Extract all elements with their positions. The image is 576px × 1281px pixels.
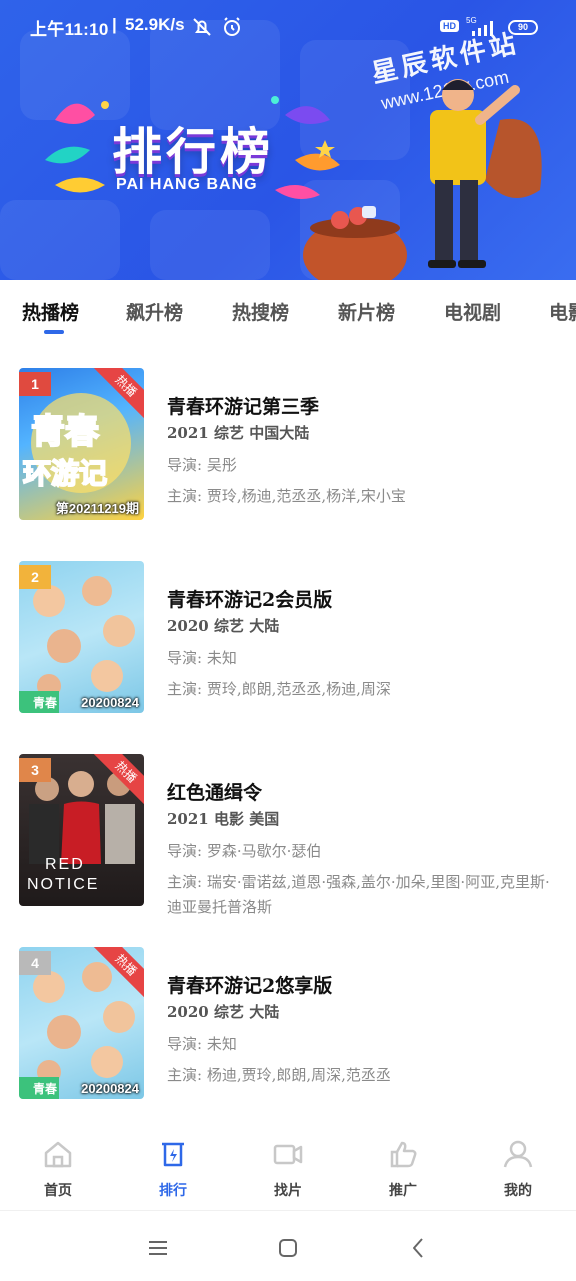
item-cast: 主演: 贾玲,杨迪,范丞丞,杨洋,宋小宝 [167, 487, 406, 505]
item-cast: 主演: 贾玲,郎朗,范丞丞,杨迪,周深 [167, 680, 391, 698]
network-speed: 52.9K/s [125, 15, 185, 34]
item-director: 导演: 罗森·马歇尔·瑟伯 [167, 842, 322, 860]
poster-episode: 20200824 [81, 1081, 139, 1096]
home-icon [44, 1141, 72, 1168]
list-item[interactable]: 青春 4 热播 20200824 青春环游记2悠享版 2020 综艺 大陆 导演… [0, 929, 576, 1109]
mute-icon [193, 18, 211, 36]
tab-tv-series[interactable]: 电视剧 [444, 298, 501, 325]
nav-ranking[interactable]: 排行 [133, 1138, 213, 1208]
item-title[interactable]: 青春环游记2悠享版 [167, 971, 332, 998]
tab-hot-search[interactable]: 热搜榜 [232, 298, 289, 325]
item-title[interactable]: 青春环游记2会员版 [167, 585, 332, 612]
ranking-icon [162, 1142, 184, 1167]
thumbs-up-icon [390, 1141, 417, 1168]
tab-indicator [44, 330, 64, 334]
video-icon [273, 1144, 303, 1165]
item-title[interactable]: 红色通缉令 [167, 778, 262, 805]
list-item[interactable]: 青春 2 20200824 青春环游记2会员版 2020 综艺 大陆 导演: 未… [0, 543, 576, 723]
item-meta: 2020 综艺 大陆 [167, 617, 280, 635]
system-navigation-bar [0, 1210, 576, 1281]
hd-badge: HD [440, 20, 459, 32]
poster-image[interactable]: 青春 2 20200824 [19, 561, 144, 713]
item-director: 导演: 吴彤 [167, 456, 237, 474]
nav-label: 首页 [44, 1183, 72, 1199]
svg-text:环游记: 环游记 [23, 457, 107, 490]
nav-label: 排行 [159, 1183, 187, 1199]
item-title[interactable]: 青春环游记第三季 [167, 392, 319, 419]
item-director: 导演: 未知 [167, 1035, 237, 1053]
user-icon [503, 1140, 533, 1168]
home-button-icon[interactable] [273, 1233, 303, 1263]
rank-badge: 1 [19, 372, 51, 396]
mascot-illustration [303, 79, 542, 280]
banner-bg-tile [0, 200, 120, 280]
nav-label: 我的 [504, 1183, 532, 1199]
item-cast: 主演: 瑞安·雷诺兹,道恩·强森,盖尔·加朵,里图·阿亚,克里斯·迪亚曼托普洛斯 [167, 873, 550, 916]
tab-hot-play[interactable]: 热播榜 [22, 298, 79, 325]
menu-icon[interactable] [143, 1233, 173, 1263]
rank-badge: 4 [19, 951, 51, 975]
tab-movie[interactable]: 电影 [549, 298, 576, 325]
back-icon[interactable] [403, 1233, 433, 1263]
banner-subtitle: PAI HANG BANG [116, 176, 258, 193]
list-item[interactable]: RED NOTICE 3 热播 红色通缉令 2021 电影 美国 导演: 罗森·… [0, 736, 576, 916]
ranking-tabs: 热播榜 飙升榜 热搜榜 新片榜 电视剧 电影 [0, 280, 576, 340]
tab-new-release[interactable]: 新片榜 [338, 298, 395, 325]
ranking-banner: 上午11:10 | 52.9K/s HD 5G 90 排行榜 PAI HANG … [0, 0, 576, 280]
list-item[interactable]: 青春 环游记 1 热播 第20211219期 青春环游记第三季 2021 综艺 … [0, 350, 576, 530]
poster-episode: 20200824 [81, 695, 139, 710]
bottom-navigation: 首页 排行 找片 推广 我的 [0, 1130, 576, 1210]
rank-badge: 3 [19, 758, 51, 782]
status-separator: | [112, 15, 117, 34]
banner-bg-tile [150, 210, 270, 280]
banner-title: 排行榜 [112, 123, 274, 181]
rank-badge: 2 [19, 565, 51, 589]
nav-home[interactable]: 首页 [18, 1138, 98, 1208]
poster-image[interactable]: RED NOTICE 3 热播 [19, 754, 144, 906]
nav-label: 推广 [389, 1183, 417, 1199]
poster-image[interactable]: 青春 4 热播 20200824 [19, 947, 144, 1099]
nav-find-video[interactable]: 找片 [248, 1138, 328, 1208]
alarm-icon [224, 17, 240, 36]
nav-promote[interactable]: 推广 [363, 1138, 443, 1208]
svg-text:NOTICE: NOTICE [27, 876, 99, 893]
nav-profile[interactable]: 我的 [478, 1138, 558, 1208]
item-meta: 2021 电影 美国 [167, 810, 280, 828]
svg-text:RED: RED [45, 856, 85, 873]
item-meta: 2021 综艺 中国大陆 [167, 424, 310, 442]
poster-image[interactable]: 青春 环游记 1 热播 第20211219期 [19, 368, 144, 520]
nav-label: 找片 [274, 1183, 302, 1199]
item-cast: 主演: 杨迪,贾玲,郎朗,周深,范丞丞 [167, 1066, 391, 1084]
item-meta: 2020 综艺 大陆 [167, 1003, 280, 1021]
tab-rising[interactable]: 飙升榜 [126, 298, 183, 325]
poster-episode: 第20211219期 [55, 501, 139, 516]
status-time: 上午11:10 [30, 20, 109, 39]
item-director: 导演: 未知 [167, 649, 237, 667]
svg-text:青春: 青春 [31, 412, 99, 452]
